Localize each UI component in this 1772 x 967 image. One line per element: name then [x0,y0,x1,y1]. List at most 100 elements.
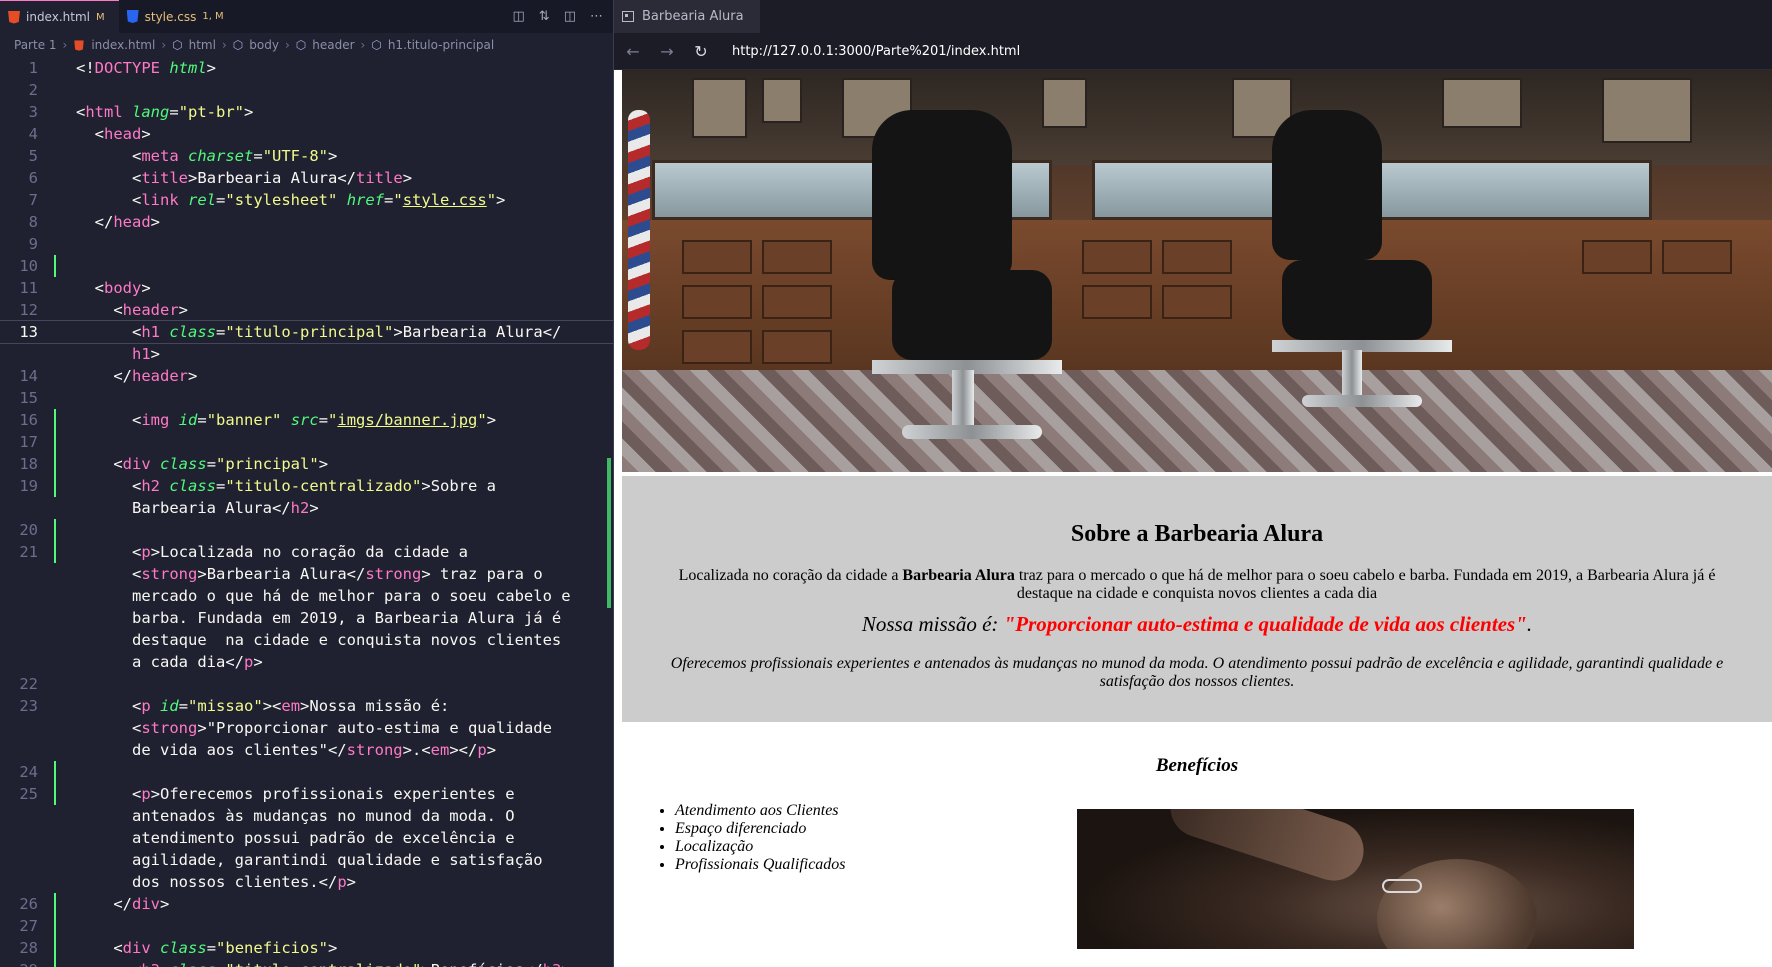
code-line[interactable]: 9 [0,233,613,255]
gutter [50,299,76,321]
text-fragment: traz para o mercado o que há de melhor p… [1016,567,1716,602]
code-line[interactable]: destaque na cidade e conquista novos cli… [0,629,613,651]
code-line[interactable]: 13 <h1 class="titulo-principal">Barbeari… [0,320,613,344]
code-line[interactable]: Barbearia Alura</h2> [0,497,613,519]
line-text: <body> [94,279,151,297]
line-number [0,497,50,519]
code-line[interactable]: antenados às mudanças no munod da moda. … [0,805,613,827]
chevron-right-icon: › [221,38,227,52]
code-line[interactable]: 11 <body> [0,277,613,299]
compare-changes-icon[interactable]: ⇅ [539,9,550,24]
code-line[interactable]: 16 <img id="banner" src="imgs/banner.jpg… [0,409,613,431]
code-line[interactable]: 4 <head> [0,123,613,145]
url-input[interactable]: http://127.0.0.1:3000/Parte%201/index.ht… [732,44,1020,59]
code-line[interactable]: 25 <p>Oferecemos profissionais experient… [0,783,613,805]
code-line[interactable]: 23 <p id="missao"><em>Nossa missão é: [0,695,613,717]
gutter [50,101,76,123]
breadcrumb-item[interactable]: index.html [91,38,155,52]
line-text: dos nossos clientes.</p> [76,873,356,891]
code-line[interactable]: 10 [0,255,613,277]
line-text: de vida aos clientes"</strong>.<em></p> [76,741,497,759]
reload-icon[interactable]: ↻ [692,42,710,61]
open-preview-icon[interactable]: ◫ [513,9,525,24]
code-line[interactable]: <strong>Barbearia Alura</strong> traz pa… [0,563,613,585]
tab-status: 1, M [202,11,224,22]
code-line[interactable]: 8 </head> [0,211,613,233]
git-modified-marker [54,783,56,805]
breadcrumb-item[interactable]: html [189,38,216,52]
split-editor-icon[interactable]: ◫ [564,9,576,24]
code-line[interactable]: 15 [0,387,613,409]
code-line[interactable]: de vida aos clientes"</strong>.<em></p> [0,739,613,761]
code-line[interactable]: 29 <h3 class="titulo-centralizado">Benef… [0,959,613,967]
gutter [50,893,76,915]
code-line[interactable]: h1> [0,343,613,365]
code-editor[interactable]: index.html M style.css 1, M ◫ ⇅ ◫ ⋯ Part… [0,0,614,967]
chevron-right-icon: › [62,38,68,52]
more-actions-icon[interactable]: ⋯ [590,9,603,24]
mission-end: . [1526,612,1533,636]
back-icon[interactable]: ← [624,42,642,61]
code-line[interactable]: 19 <h2 class="titulo-centralizado">Sobre… [0,475,613,497]
gutter [50,365,76,387]
code-line[interactable]: 22 [0,673,613,695]
line-number: 2 [28,81,38,99]
code-line[interactable]: 20 [0,519,613,541]
breadcrumb-item[interactable]: Parte 1 [14,38,57,52]
code-line[interactable]: atendimento possui padrão de excelência … [0,827,613,849]
line-number: 28 [19,939,38,957]
breadcrumb-item[interactable]: header [312,38,354,52]
scrollbar-thumb[interactable] [607,458,611,608]
editor-scrollbar[interactable] [599,58,613,967]
forward-icon[interactable]: → [658,42,676,61]
code-line[interactable]: 3 <html lang="pt-br"> [0,101,613,123]
git-modified-marker [54,915,56,937]
line-text: Barbearia Alura</h2> [76,499,319,517]
services-paragraph: Oferecemos profissionais experientes e a… [670,655,1724,690]
code-line[interactable]: barba. Fundada em 2019, a Barbearia Alur… [0,607,613,629]
code-line[interactable]: 1 <!DOCTYPE html> [0,57,613,79]
gutter [50,409,76,431]
tab-index-html[interactable]: index.html M [0,0,119,33]
breadcrumb-item[interactable]: body [249,38,279,52]
code-line[interactable]: 24 [0,761,613,783]
code-line[interactable]: dos nossos clientes.</p> [0,871,613,893]
line-number [0,805,50,827]
line-text: antenados às mudanças no munod da moda. … [76,807,515,825]
line-number [0,827,50,849]
code-line[interactable]: agilidade, garantindi qualidade e satisf… [0,849,613,871]
code-area[interactable]: 1 <!DOCTYPE html> 2 3 <html lang="pt-br"> 4 <… [0,57,613,967]
line-number: 1 [28,59,38,77]
line-text: <meta charset="UTF-8"> [132,147,338,165]
line-text: mercado o que há de melhor para o soeu c… [76,587,571,605]
line-text: <div class="principal"> [113,455,329,473]
browser-tab[interactable]: Barbearia Alura [614,0,760,33]
tab-style-css[interactable]: style.css 1, M [119,0,238,33]
line-number [0,717,50,739]
line-text: <strong>"Proporcionar auto-estima e qual… [132,719,552,737]
list-item: Localização [675,838,846,856]
code-line[interactable]: mercado o que há de melhor para o soeu c… [0,585,613,607]
code-line[interactable]: 27 [0,915,613,937]
code-line[interactable]: <strong>"Proporcionar auto-estima e qual… [0,717,613,739]
code-line[interactable]: 6 <title>Barbearia Alura</title> [0,167,613,189]
gutter [50,343,76,365]
mission-label: Nossa missão é: [861,612,999,636]
code-line[interactable]: 14 </header> [0,365,613,387]
code-line[interactable]: 7 <link rel="stylesheet" href="style.css… [0,189,613,211]
code-line[interactable]: 26 </div> [0,893,613,915]
page-viewport[interactable]: Sobre a Barbearia Alura Localizada no co… [622,70,1772,967]
code-line[interactable]: 12 <header> [0,299,613,321]
code-line[interactable]: 2 [0,79,613,101]
breadcrumb-item[interactable]: h1.titulo-principal [388,38,494,52]
gutter [50,783,76,805]
code-line[interactable]: 17 [0,431,613,453]
code-line[interactable]: a cada dia</p> [0,651,613,673]
code-line[interactable]: 18 <div class="principal"> [0,453,613,475]
gutter [50,761,76,783]
code-line[interactable]: 5 <meta charset="UTF-8"> [0,145,613,167]
code-line[interactable]: 21 <p>Localizada no coração da cidade a [0,541,613,563]
element-icon: ⬡ [295,38,307,52]
gutter [50,695,76,717]
code-line[interactable]: 28 <div class="beneficios"> [0,937,613,959]
